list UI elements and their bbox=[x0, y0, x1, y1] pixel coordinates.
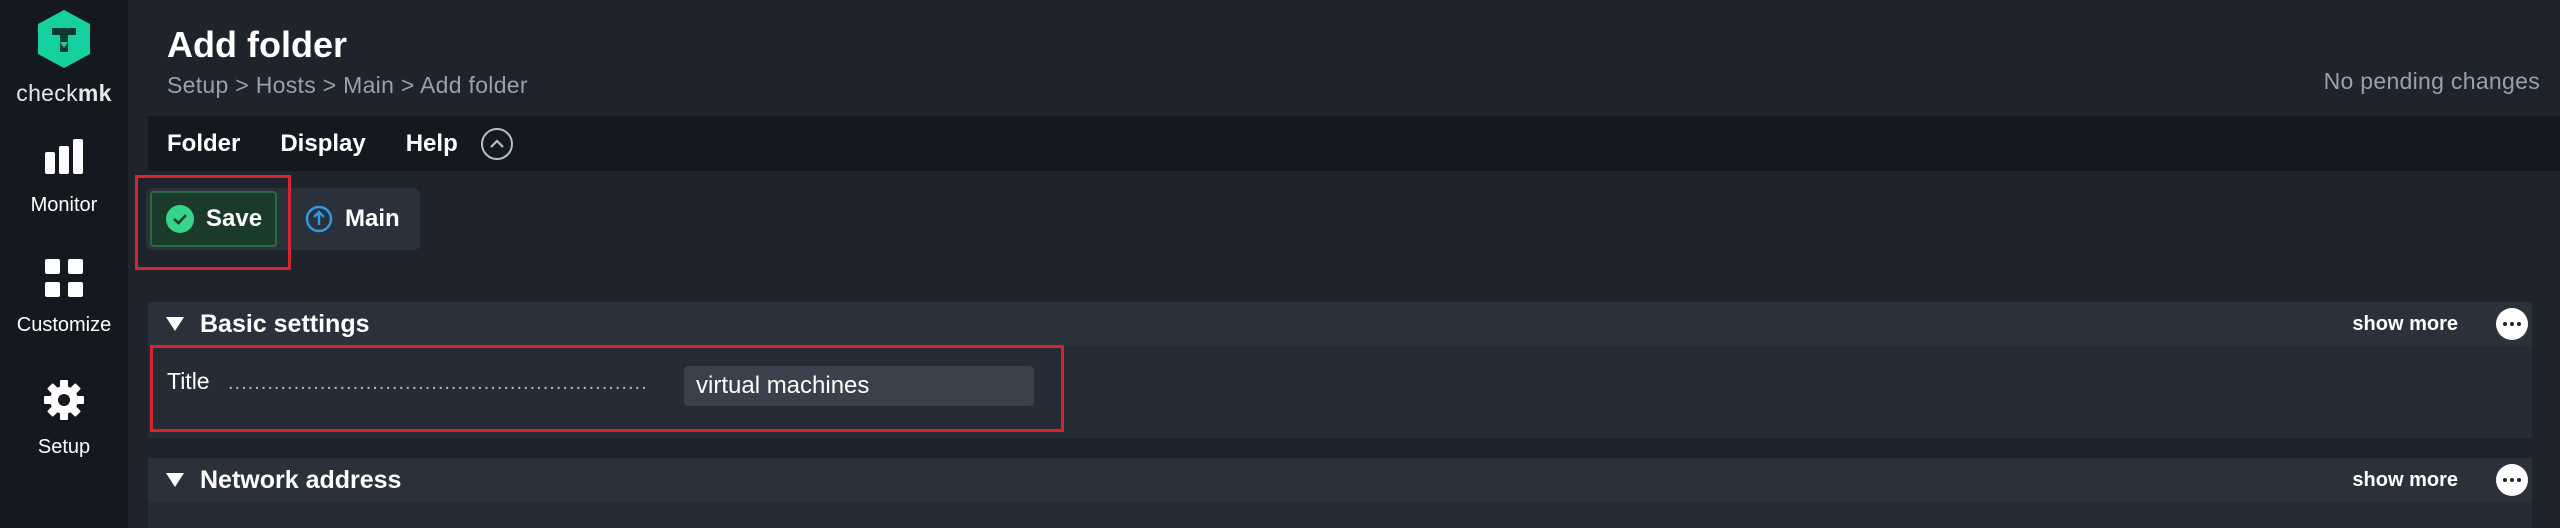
section-network-address-body bbox=[148, 502, 2532, 528]
gear-icon bbox=[44, 380, 84, 420]
checkmk-logo[interactable]: checkmk bbox=[0, 8, 128, 112]
pending-changes-status[interactable]: No pending changes bbox=[2324, 68, 2540, 95]
collapse-triangle-icon[interactable] bbox=[166, 317, 184, 331]
show-more-link[interactable]: show more bbox=[2352, 302, 2458, 346]
checkmk-logo-icon bbox=[38, 10, 90, 68]
save-button[interactable]: Save bbox=[150, 191, 277, 247]
sidebar-item-monitor[interactable]: Monitor bbox=[0, 136, 128, 236]
main-folder-button[interactable]: Main bbox=[292, 191, 418, 247]
grid-icon bbox=[45, 259, 83, 297]
more-options-icon[interactable] bbox=[2496, 308, 2528, 340]
collapse-triangle-icon[interactable] bbox=[166, 473, 184, 487]
title-input[interactable] bbox=[684, 366, 1034, 406]
sidebar-item-label: Customize bbox=[16, 314, 112, 336]
check-circle-icon bbox=[166, 205, 194, 233]
sidebar-item-label: Setup bbox=[37, 436, 91, 458]
main-button-label: Main bbox=[345, 205, 400, 232]
sidebar-item-customize[interactable]: Customize bbox=[0, 256, 128, 356]
menubar: Folder Display Help bbox=[148, 116, 2560, 171]
menu-folder[interactable]: Folder bbox=[167, 130, 240, 158]
chevron-up-circle-icon[interactable] bbox=[480, 127, 513, 160]
sidebar-item-setup[interactable]: Setup bbox=[0, 378, 128, 478]
section-basic-settings-header: Basic settings show more bbox=[148, 302, 2532, 346]
leader-dots: ........................................… bbox=[228, 372, 648, 394]
title-field-label: Title bbox=[167, 368, 210, 394]
menu-help[interactable]: Help bbox=[406, 130, 458, 158]
bar-chart-icon bbox=[45, 139, 83, 174]
sidebar-item-label: Monitor bbox=[30, 194, 98, 216]
menu-display[interactable]: Display bbox=[280, 130, 365, 158]
page-title: Add folder bbox=[167, 24, 347, 65]
more-options-icon[interactable] bbox=[2496, 464, 2528, 496]
logo-text: checkmk bbox=[16, 80, 112, 106]
section-network-address-header: Network address show more bbox=[148, 458, 2532, 502]
save-button-label: Save bbox=[206, 205, 263, 232]
section-title[interactable]: Network address bbox=[200, 466, 401, 495]
breadcrumb[interactable]: Setup > Hosts > Main > Add folder bbox=[167, 72, 528, 99]
show-more-link[interactable]: show more bbox=[2352, 458, 2458, 502]
sidebar: checkmk Monitor Customize Setup bbox=[0, 0, 128, 528]
section-title[interactable]: Basic settings bbox=[200, 310, 370, 339]
arrow-up-circle-icon bbox=[305, 205, 333, 233]
